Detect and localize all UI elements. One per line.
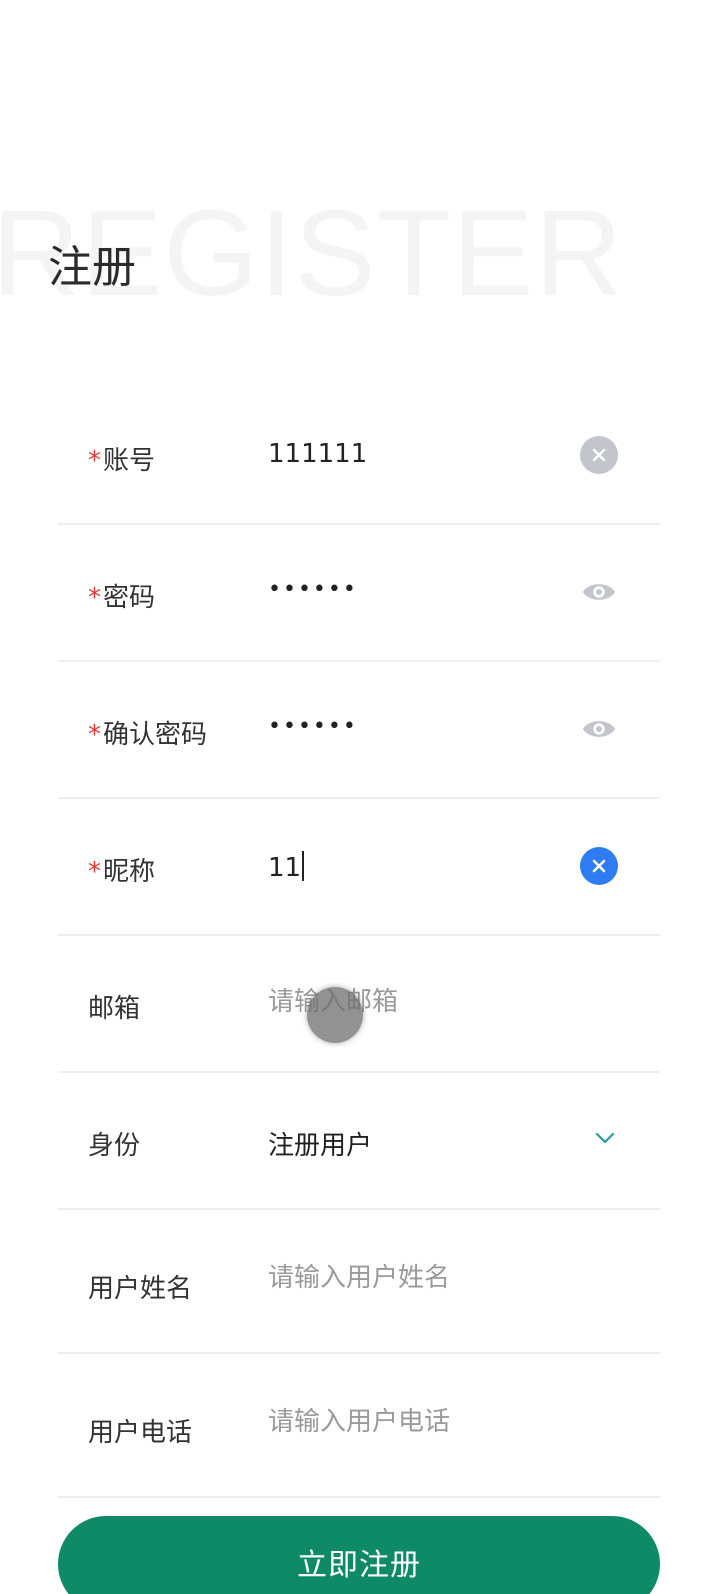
account-row: *账号 [58, 388, 660, 525]
chevron-down-icon-graphic [595, 1132, 615, 1144]
password-input[interactable]: •••••• [268, 577, 358, 602]
nickname-label: *昵称 [88, 857, 156, 887]
chevron-down-icon[interactable] [590, 1123, 620, 1153]
nickname-row: *昵称 11 [58, 799, 660, 936]
touch-indicator [307, 987, 363, 1043]
close-icon [592, 859, 606, 873]
password-row: *密码 •••••• [58, 525, 660, 662]
identity-row[interactable]: 身份 注册用户 [58, 1073, 660, 1210]
account-label: *账号 [88, 446, 156, 476]
confirm-password-label: *确认密码 [88, 720, 208, 750]
confirm-password-input[interactable]: •••••• [268, 714, 358, 739]
real-name-row: 用户姓名 [58, 1210, 660, 1354]
phone-label: 用户电话 [88, 1418, 193, 1448]
eye-icon-graphic [582, 721, 616, 737]
phone-row: 用户电话 [58, 1354, 660, 1498]
email-label: 邮箱 [88, 994, 141, 1024]
eye-icon[interactable] [580, 710, 618, 748]
required-mark: * [88, 720, 101, 750]
identity-label: 身份 [88, 1131, 141, 1161]
identity-select[interactable]: 注册用户 [268, 1125, 372, 1162]
real-name-label: 用户姓名 [88, 1274, 193, 1304]
real-name-input[interactable] [268, 1258, 588, 1298]
eye-icon-graphic [582, 584, 616, 600]
password-label: *密码 [88, 583, 156, 613]
confirm-password-row: *确认密码 •••••• [58, 662, 660, 799]
text-caret [302, 851, 305, 881]
page-title: 注册 [48, 242, 136, 293]
close-icon [592, 448, 606, 462]
clear-icon[interactable] [580, 847, 618, 885]
register-button[interactable]: 立即注册 [58, 1516, 660, 1594]
register-page: REGISTER 注册 *账号 *密码 •••••• [0, 0, 725, 1594]
register-form: *账号 *密码 •••••• *确认密码 •••••• [58, 388, 660, 1498]
clear-icon[interactable] [580, 436, 618, 474]
required-mark: * [88, 583, 101, 613]
required-mark: * [88, 446, 101, 476]
phone-input[interactable] [268, 1402, 588, 1442]
account-input[interactable] [268, 434, 588, 474]
eye-icon[interactable] [580, 573, 618, 611]
nickname-input[interactable]: 11 [268, 851, 305, 883]
required-mark: * [88, 857, 101, 887]
